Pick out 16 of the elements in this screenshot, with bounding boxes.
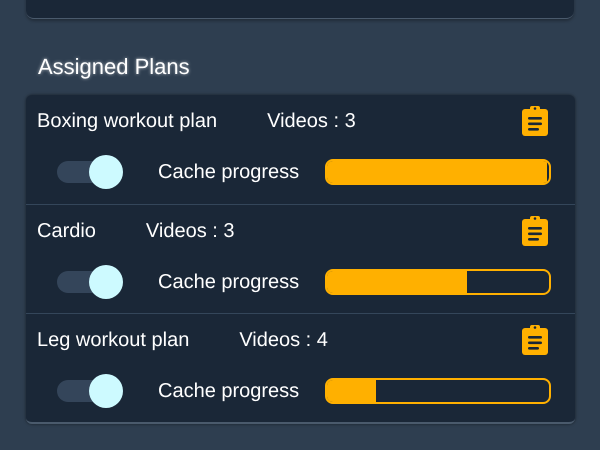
plan-name: Cardio	[37, 220, 96, 242]
cache-toggle[interactable]	[57, 265, 123, 299]
clipboard-icon[interactable]	[521, 105, 549, 137]
cache-progress-label: Cache progress	[158, 160, 300, 184]
clipboard-icon[interactable]	[521, 215, 549, 247]
video-count: Videos : 3	[146, 220, 235, 242]
cache-toggle[interactable]	[57, 374, 123, 408]
cache-progress-label: Cache progress	[158, 380, 300, 402]
cache-toggle[interactable]	[57, 155, 123, 189]
video-count: Videos : 3	[267, 110, 356, 132]
section-title: Assigned Plans	[38, 53, 191, 81]
video-count: Videos : 4	[239, 328, 328, 352]
plan-name: Leg workout plan	[37, 328, 190, 352]
clipboard-icon[interactable]	[521, 324, 549, 356]
cache-progress-label: Cache progress	[158, 270, 300, 294]
plan-name: Boxing workout plan	[37, 110, 218, 132]
